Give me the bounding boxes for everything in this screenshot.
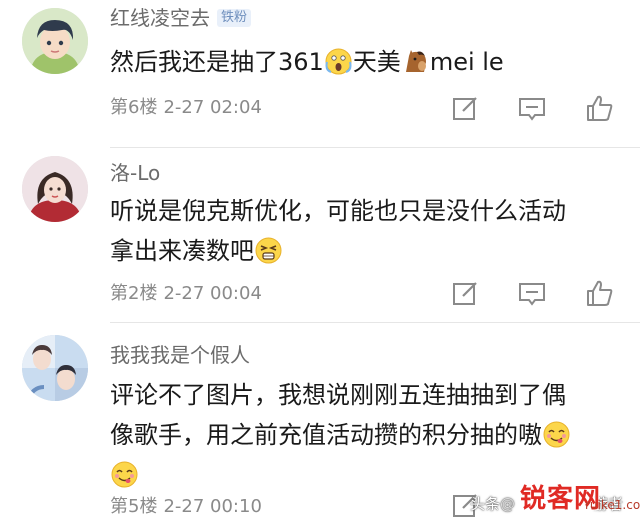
comment-time: 2-27 00:10	[163, 496, 262, 517]
floor-number: 第6楼	[110, 97, 158, 118]
edit-icon[interactable]	[449, 277, 481, 309]
comment-meta: 第2楼 2-27 00:04	[110, 283, 268, 305]
avatar[interactable]	[22, 156, 88, 222]
comment-meta: 第5楼 2-27 00:10	[110, 496, 268, 518]
comment-item: 红线凌空去 铁粉 然后我还是抽了361 天美 mei le 第6楼 2-27 02:04	[0, 0, 640, 150]
edit-icon[interactable]	[449, 92, 481, 124]
fan-badge: 铁粉	[217, 8, 252, 27]
avatar[interactable]	[22, 8, 88, 74]
comment-text: 听说是倪克斯优化，可能也只是没什么活动 拿出来凑数吧	[110, 197, 566, 265]
comment-time: 2-27 02:04	[163, 97, 262, 118]
comment-username[interactable]: 洛-Lo	[110, 161, 160, 185]
comment-username[interactable]: 我我我是个假人	[110, 343, 250, 367]
wince-emoji	[255, 236, 282, 263]
floor-number: 第2楼	[110, 283, 158, 304]
avatar[interactable]	[22, 335, 88, 401]
comment-icon[interactable]	[516, 92, 548, 124]
site-url-watermark: ruike1.com	[585, 498, 640, 512]
comment-icon[interactable]	[516, 277, 548, 309]
horse-emoji	[402, 47, 429, 74]
scream-emoji	[325, 47, 352, 74]
thumbs-up-icon[interactable]	[584, 277, 616, 309]
comment-meta: 第6楼 2-27 02:04	[110, 97, 268, 119]
yum-emoji	[543, 420, 570, 447]
comment-text: 评论不了图片，我想说刚刚五连抽抽到了偶 像歌手，用之前充值活动攒的积分抽的嗷	[110, 375, 625, 495]
comment-text: 然后我还是抽了361 天美 mei le	[110, 47, 504, 76]
yum-emoji	[111, 460, 138, 487]
comment-username[interactable]: 红线凌空去 铁粉	[110, 6, 252, 30]
comment-item: 洛-Lo 听说是倪克斯优化，可能也只是没什么活动 拿出来凑数吧 第2楼 2-27 …	[0, 148, 640, 323]
floor-number: 第5楼	[110, 496, 158, 517]
comment-time: 2-27 00:04	[163, 283, 262, 304]
thumbs-up-icon[interactable]	[584, 92, 616, 124]
